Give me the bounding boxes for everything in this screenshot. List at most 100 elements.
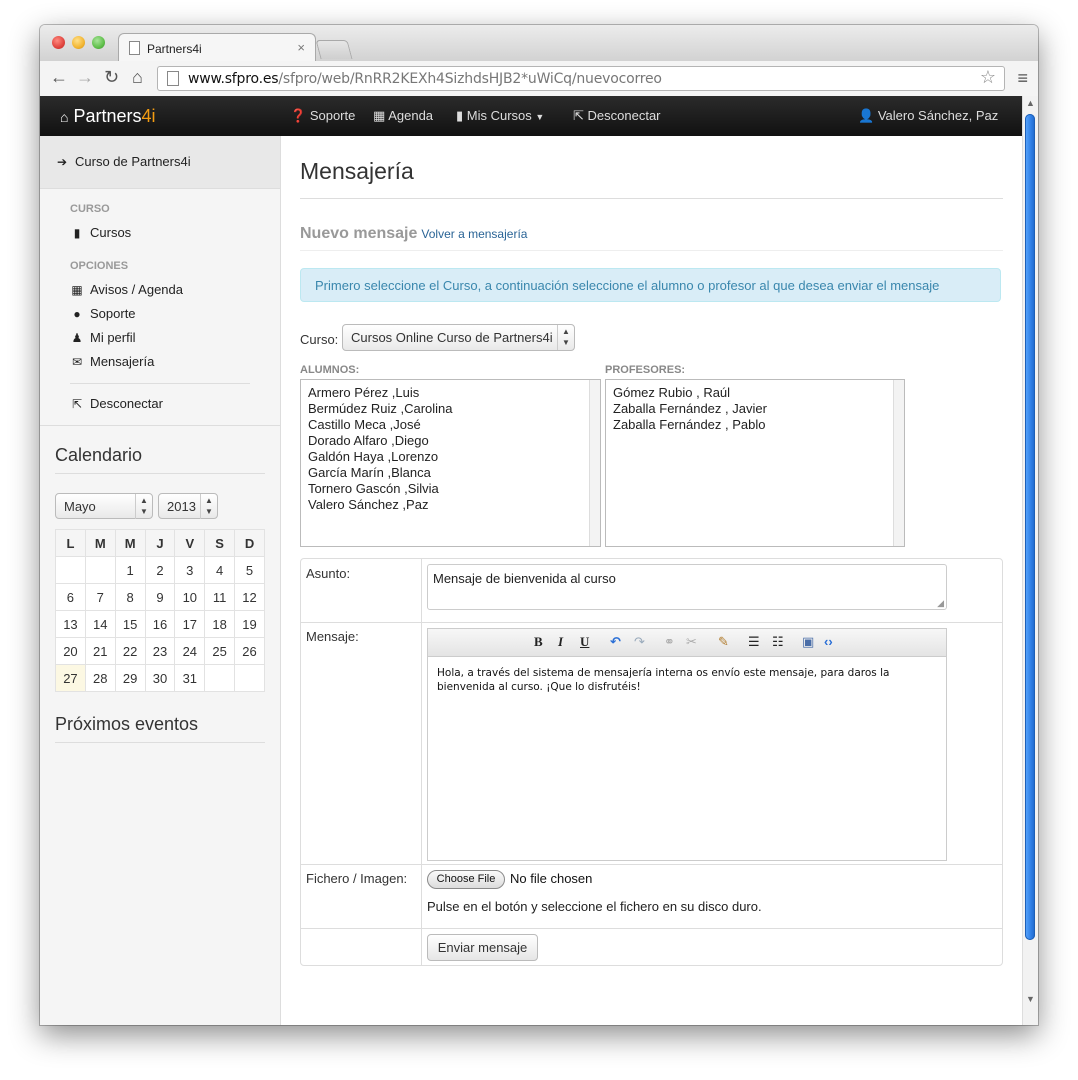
sidebar-item-avisos[interactable]: ▦ Avisos / Agenda	[70, 282, 183, 297]
list-item[interactable]: Valero Sánchez ,Paz	[308, 497, 593, 513]
calendar-day[interactable]: 10	[174, 583, 206, 611]
menu-icon[interactable]: ≡	[1017, 68, 1028, 89]
forward-arrow-icon[interactable]: →	[76, 67, 94, 88]
home-icon[interactable]: ⌂	[132, 67, 143, 88]
list-item[interactable]: Armero Pérez ,Luis	[308, 385, 593, 401]
alumnos-listbox[interactable]: Armero Pérez ,Luis Bermúdez Ruiz ,Carolin…	[300, 379, 601, 547]
calendar-day[interactable]: 26	[234, 637, 265, 665]
browser-tab[interactable]: Partners4i ×	[118, 33, 316, 62]
list-item[interactable]: Bermúdez Ruiz ,Carolina	[308, 401, 593, 417]
scroll-thumb[interactable]	[1025, 114, 1035, 940]
asunto-input[interactable]: Mensaje de bienvenida al curso ◢	[427, 564, 947, 610]
list-item[interactable]: García Marín ,Blanca	[308, 465, 593, 481]
calendar-day[interactable]: 18	[204, 610, 236, 638]
calendar-day[interactable]: 2	[144, 556, 176, 584]
numbered-list-icon[interactable]: ☷	[772, 634, 784, 650]
link-icon[interactable]: ⚭	[664, 634, 675, 650]
list-item[interactable]: Dorado Alfaro ,Diego	[308, 433, 593, 449]
calendar-day[interactable]: 16	[144, 610, 176, 638]
user-menu[interactable]: 👤 Valero Sánchez, Paz	[858, 108, 998, 124]
calendar-day[interactable]: 23	[144, 637, 176, 665]
calendar-day[interactable]: 8	[114, 583, 146, 611]
list-item[interactable]: Castillo Meca ,José	[308, 417, 593, 433]
tab-close-icon[interactable]: ×	[297, 40, 305, 55]
calendar-day[interactable]: 19	[234, 610, 265, 638]
calendar-day[interactable]: 30	[144, 664, 176, 692]
back-link[interactable]: Volver a mensajería	[421, 227, 527, 241]
calendar-day[interactable]: 13	[55, 610, 86, 638]
sidebar-item-mensajeria[interactable]: ✉ Mensajería	[70, 354, 154, 369]
minimize-window-button[interactable]	[72, 36, 85, 49]
list-item[interactable]: Zaballa Fernández , Pablo	[613, 417, 897, 433]
maximize-window-button[interactable]	[92, 36, 105, 49]
bold-icon[interactable]: B	[534, 634, 543, 650]
list-item[interactable]: Galdón Haya ,Lorenzo	[308, 449, 593, 465]
paste-word-icon[interactable]: ▣	[802, 634, 814, 650]
nav-soporte[interactable]: ❓ Soporte	[290, 108, 355, 124]
calendar-day[interactable]: 4	[204, 556, 236, 584]
reload-icon[interactable]: ↻	[104, 67, 119, 88]
calendar-day[interactable]: 3	[174, 556, 206, 584]
calendar-day[interactable]: 21	[84, 637, 116, 665]
calendar-day[interactable]: 12	[234, 583, 265, 611]
profesores-listbox[interactable]: Gómez Rubio , Raúl Zaballa Fernández , Ja…	[605, 379, 905, 547]
choose-file-button[interactable]: Choose File	[427, 870, 505, 889]
calendar-day[interactable]: 29	[114, 664, 146, 692]
address-bar[interactable]: www.sfpro.es/sfpro/web/RnRR2KEXh4SizhdsH…	[157, 66, 1005, 91]
calendar-day[interactable]: 6	[55, 583, 86, 611]
scrollbar[interactable]	[893, 380, 904, 546]
send-message-button[interactable]: Enviar mensaje	[427, 934, 538, 961]
rich-text-editor[interactable]: B I U ↶ ↷ ⚭ ✂ ✎ ☰ ☷ ▣ ‹› Hola, a través …	[427, 628, 947, 861]
bullet-list-icon[interactable]: ☰	[748, 634, 760, 650]
close-window-button[interactable]	[52, 36, 65, 49]
sidebar-item-desconectar[interactable]: ⇱ Desconectar	[70, 396, 163, 411]
editor-content[interactable]: Hola, a través del sistema de mensajería…	[437, 666, 937, 694]
scrollbar[interactable]	[589, 380, 600, 546]
italic-icon[interactable]: I	[558, 634, 563, 650]
page-scrollbar[interactable]: ▲ ▼	[1022, 96, 1038, 1025]
underline-icon[interactable]: U	[580, 634, 589, 650]
calendar-day[interactable]: 5	[234, 556, 265, 584]
sidebar-item-perfil[interactable]: ♟ Mi perfil	[70, 330, 136, 345]
sidebar-item-cursos[interactable]: ▮ Cursos	[70, 225, 132, 240]
nav-agenda[interactable]: ▦ Agenda	[373, 108, 433, 124]
source-code-icon[interactable]: ‹›	[824, 634, 833, 649]
calendar-day[interactable]: 28	[84, 664, 116, 692]
course-link[interactable]: ➔ Curso de Partners4i	[55, 154, 191, 169]
month-select[interactable]: Mayo ▲ ▼	[55, 493, 153, 519]
nav-desconectar[interactable]: ⇱ Desconectar	[573, 108, 661, 124]
redo-icon[interactable]: ↷	[634, 634, 645, 650]
calendar-day[interactable]: 31	[174, 664, 206, 692]
curso-select[interactable]: Cursos Online Curso de Partners4i ▲ ▼	[342, 324, 575, 351]
unlink-icon[interactable]: ✂	[686, 634, 697, 650]
back-arrow-icon[interactable]: ←	[50, 67, 68, 88]
calendar-day[interactable]: 20	[55, 637, 86, 665]
calendar-day[interactable]: 24	[174, 637, 206, 665]
eventos-title: Próximos eventos	[55, 714, 199, 734]
scroll-down-icon[interactable]: ▼	[1026, 994, 1035, 1004]
calendar-day[interactable]: 11	[204, 583, 236, 611]
calendar-day[interactable]: 14	[84, 610, 116, 638]
calendar-day[interactable]: 9	[144, 583, 176, 611]
calendar-day[interactable]: 25	[204, 637, 236, 665]
new-tab-button[interactable]	[315, 40, 353, 59]
list-item[interactable]: Gómez Rubio , Raúl	[613, 385, 897, 401]
calendar-day[interactable]: 15	[114, 610, 146, 638]
clean-format-icon[interactable]: ✎	[718, 634, 729, 650]
scroll-up-icon[interactable]: ▲	[1026, 98, 1035, 108]
bookmark-star-icon[interactable]: ☆	[980, 67, 996, 88]
undo-icon[interactable]: ↶	[610, 634, 621, 650]
nav-mis-cursos[interactable]: ▮ Mis Cursos ▼	[456, 108, 544, 124]
calendar-day[interactable]: 22	[114, 637, 146, 665]
year-select[interactable]: 2013 ▲ ▼	[158, 493, 218, 519]
calendar-day[interactable]: 27	[55, 664, 86, 692]
sidebar-item-soporte[interactable]: ● Soporte	[70, 306, 135, 321]
sidebar-course-header: ➔ Curso de Partners4i	[40, 136, 280, 189]
calendar-day[interactable]: 1	[114, 556, 146, 584]
list-item[interactable]: Tornero Gascón ,Silvia	[308, 481, 593, 497]
calendar-day[interactable]: 7	[84, 583, 116, 611]
list-item[interactable]: Zaballa Fernández , Javier	[613, 401, 897, 417]
calendar-day[interactable]: 17	[174, 610, 206, 638]
resize-handle-icon[interactable]: ◢	[937, 598, 944, 609]
brand-logo[interactable]: ⌂ Partners4i	[60, 106, 156, 127]
